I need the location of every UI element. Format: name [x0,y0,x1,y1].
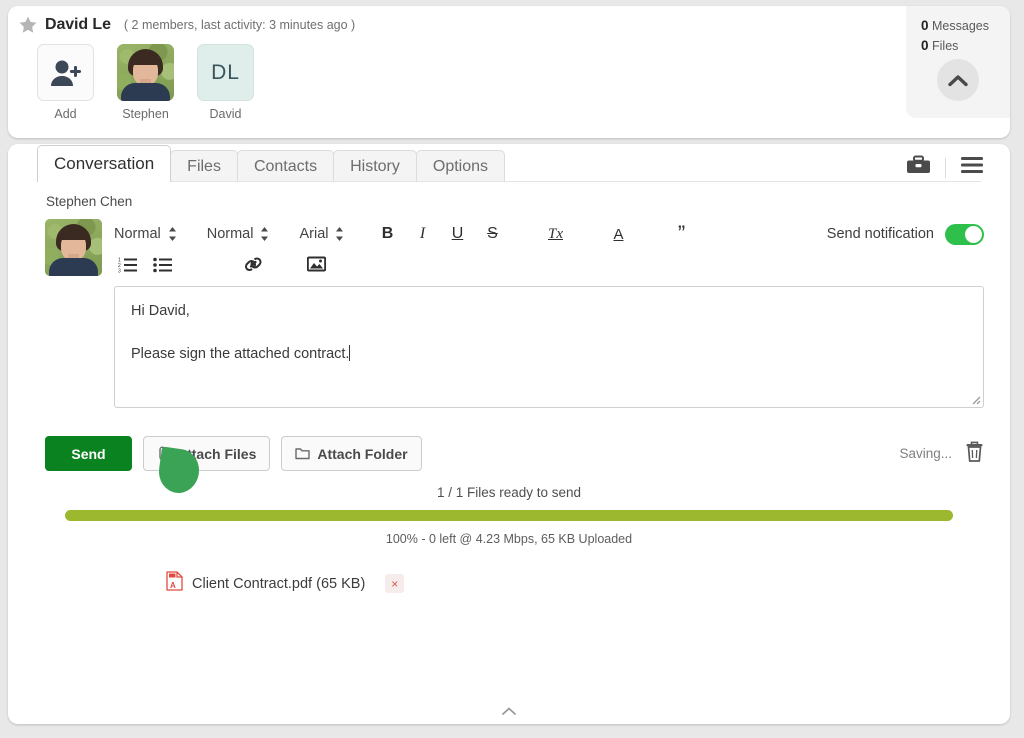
tab-files[interactable]: Files [170,150,238,182]
messages-count-line: 0 Messages [906,18,1010,33]
progress-bar-fill [65,510,953,521]
chevron-updown-icon [261,227,269,241]
files-label: Files [932,39,959,53]
remove-attachment-button[interactable]: × [385,574,405,593]
message-line-2: Please sign the attached contract. [131,344,967,365]
tab-label: History [350,157,400,175]
toolbar-row-1: Normal Normal Arial B I U S Tx A ” Send … [114,219,984,249]
composer-avatar [45,219,102,276]
composer: Normal Normal Arial B I U S Tx A ” Send … [8,209,1010,408]
messages-label: Messages [932,19,989,33]
saving-text: Saving... [899,446,952,461]
upload-status-text: 100% - 0 left @ 4.23 Mbps, 65 KB Uploade… [385,532,633,546]
tab-conversation[interactable]: Conversation [37,145,172,182]
member-david[interactable]: DL David [197,44,254,121]
send-notification-label: Send notification [826,226,934,242]
block-style-select[interactable]: Normal [114,226,177,242]
member-add[interactable]: Add [37,44,94,121]
files-ready-text: 1 / 1 Files ready to send [436,485,582,500]
briefcase-icon[interactable] [906,155,931,180]
files-count: 0 [921,38,929,53]
collapse-header-button[interactable] [937,59,979,101]
counts-panel: 0 Messages 0 Files [906,6,1010,118]
room-header-card: David Le ( 2 members, last activity: 3 m… [8,6,1010,138]
blockquote-button[interactable]: ” [668,221,694,247]
block-style-value: Normal [114,226,161,242]
person-add-icon [37,44,94,101]
tab-contacts[interactable]: Contacts [236,150,335,182]
strikethrough-button[interactable]: S [479,221,505,247]
messages-count: 0 [921,18,929,33]
trash-icon[interactable] [965,441,984,467]
avatar-initials: DL [197,44,254,101]
page-title: David Le [45,16,111,33]
sender-name: Stephen Chen [46,194,133,209]
folder-icon [295,448,311,460]
message-line-1: Hi David, [131,303,190,319]
message-line-2-text: Please sign the attached contract. [131,346,350,363]
attachment-row: A Client Contract.pdf (65 KB) × [8,546,1010,596]
attach-folder-button[interactable]: Attach Folder [281,436,422,471]
send-notification-control[interactable]: Send notification [826,223,984,245]
tab-label: Files [187,157,221,175]
toolbar-row-2: 1 2 3 [114,249,984,279]
saving-status: Saving... [899,441,984,467]
room-title-row: David Le ( 2 members, last activity: 3 m… [8,6,1010,35]
member-stephen[interactable]: Stephen [117,44,174,121]
font-color-button[interactable]: A [605,221,631,247]
chevron-up-small-icon [502,707,516,715]
font-size-select[interactable]: Normal [207,226,270,242]
tab-bar: Conversation Files Contacts History Opti… [8,144,1010,182]
upload-progress-area: 1 / 1 Files ready to send 100% - 0 left … [8,471,1010,546]
image-icon[interactable] [303,251,329,277]
progress-bar-track [65,510,953,521]
member-label: Add [54,107,77,121]
message-body-input[interactable]: Hi David, Please sign the attached contr… [114,286,984,408]
bold-button[interactable]: B [374,221,400,247]
chevron-up-icon [948,74,968,86]
collapse-footer-button[interactable] [8,707,1010,715]
tab-options[interactable]: Options [415,150,506,182]
star-icon[interactable] [18,15,38,35]
font-family-select[interactable]: Arial [299,226,344,242]
composer-actions: Send Attach Files Attach Folder Saving..… [8,408,1010,496]
pdf-file-icon: A [166,571,183,596]
chevron-updown-icon [168,227,176,241]
ordered-list-icon[interactable]: 1 2 3 [114,251,140,277]
room-meta: ( 2 members, last activity: 3 minutes ag… [123,18,356,32]
bullet-list-icon[interactable] [149,251,175,277]
svg-text:A: A [170,581,176,590]
avatar [117,44,174,101]
link-icon[interactable] [240,251,266,277]
app-root: David Le ( 2 members, last activity: 3 m… [0,0,1024,738]
send-button[interactable]: Send [45,436,132,471]
member-label: Stephen [122,107,169,121]
hamburger-menu-icon[interactable] [960,156,984,179]
send-notification-toggle[interactable] [945,223,984,245]
chevron-updown-icon [336,227,344,241]
tab-underline [37,181,981,182]
conversation-card: Conversation Files Contacts History Opti… [8,144,1010,724]
svg-text:3: 3 [118,268,121,273]
files-count-line: 0 Files [906,38,1010,53]
icon-divider [945,157,946,178]
underline-button[interactable]: U [444,221,470,247]
members-row: Add Stephen DL David [8,35,1010,121]
tab-label: Contacts [253,157,318,175]
text-caret [349,345,351,362]
member-label: David [209,107,242,121]
resize-handle-icon[interactable] [969,393,981,405]
attach-folder-label: Attach Folder [317,445,408,462]
attachment-name[interactable]: Client Contract.pdf (65 KB) [192,576,365,592]
font-size-value: Normal [206,226,254,242]
font-family-value: Arial [299,226,329,242]
editor-main: Normal Normal Arial B I U S Tx A ” Send … [114,217,984,408]
tab-label: Options [432,157,489,175]
editor-toolbar: Normal Normal Arial B I U S Tx A ” Send … [114,217,984,279]
italic-button[interactable]: I [409,221,435,247]
clear-formatting-button[interactable]: Tx [542,221,568,247]
tab-bar-icons [906,155,984,180]
tab-history[interactable]: History [333,150,417,182]
tab-label: Conversation [54,154,155,173]
